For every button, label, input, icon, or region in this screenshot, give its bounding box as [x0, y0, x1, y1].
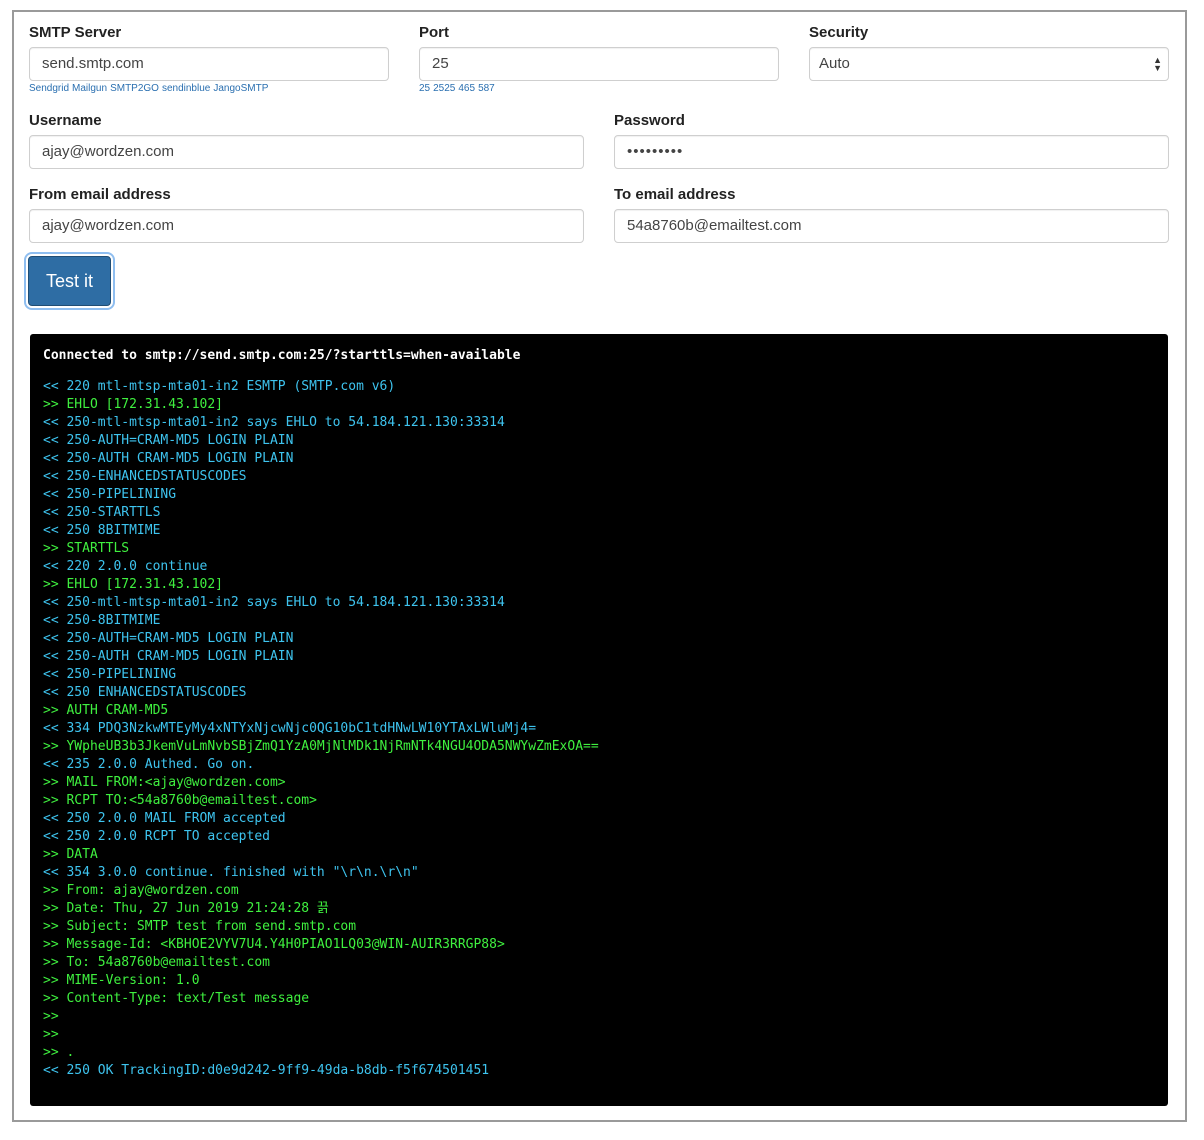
log-line-sent: >> Message-Id: <KBHOE2VYV7U4.Y4H0PIAO1LQ… — [43, 937, 505, 952]
log-line-sent: >> Subject: SMTP test from send.smtp.com — [43, 919, 357, 934]
from-email-label: From email address — [29, 186, 171, 203]
log-line-sent: >> MAIL FROM:<ajay@wordzen.com> — [43, 775, 286, 790]
log-line-received: << 250 ENHANCEDSTATUSCODES — [43, 685, 247, 700]
log-line-received: << 250 OK TrackingID:d0e9d242-9ff9-49da-… — [43, 1063, 490, 1078]
log-line-received: << 250-AUTH=CRAM-MD5 LOGIN PLAIN — [43, 631, 294, 646]
console-log-lines: << 220 mtl-mtsp-mta01-in2 ESMTP (SMTP.co… — [43, 378, 1155, 1080]
log-line-received: << 220 2.0.0 continue — [43, 559, 208, 574]
password-label: Password — [614, 112, 685, 129]
log-line-received: << 220 mtl-mtsp-mta01-in2 ESMTP (SMTP.co… — [43, 379, 396, 394]
to-email-input[interactable]: 54a8760b@emailtest.com — [614, 209, 1169, 243]
port-input[interactable]: 25 — [419, 47, 779, 81]
log-line-sent: >> . — [43, 1045, 75, 1060]
log-line-received: << 250 2.0.0 RCPT TO accepted — [43, 829, 270, 844]
suggestion-link[interactable]: SMTP2GO — [110, 83, 159, 94]
log-line-sent: >> DATA — [43, 847, 98, 862]
select-updown-icon: ▲ ▼ — [1153, 55, 1162, 73]
suggestion-link[interactable]: Sendgrid — [29, 83, 69, 94]
console-header: Connected to smtp://send.smtp.com:25/?st… — [43, 348, 521, 363]
log-line-sent: >> Content-Type: text/Test message — [43, 991, 310, 1006]
log-line-received: << 250-STARTTLS — [43, 505, 161, 520]
log-line-received: << 250-AUTH=CRAM-MD5 LOGIN PLAIN — [43, 433, 294, 448]
smtp-server-suggestions: Sendgrid Mailgun SMTP2GO sendinblue JangoSMT… — [29, 83, 271, 94]
to-email-label: To email address — [614, 186, 736, 203]
username-input[interactable]: ajay@wordzen.com — [29, 135, 584, 169]
suggestion-link[interactable]: Mailgun — [72, 83, 107, 94]
log-line-sent: >> To: 54a8760b@emailtest.com — [43, 955, 270, 970]
security-select[interactable]: Auto ▲ ▼ — [809, 47, 1169, 81]
log-line-received: << 250 8BITMIME — [43, 523, 161, 538]
log-line-sent: >> — [43, 1027, 59, 1042]
log-line-received: << 235 2.0.0 Authed. Go on. — [43, 757, 255, 772]
password-input[interactable]: ••••••••• — [614, 135, 1169, 169]
smtp-server-label: SMTP Server — [29, 24, 122, 41]
log-line-sent: >> MIME-Version: 1.0 — [43, 973, 200, 988]
log-line-sent: >> STARTTLS — [43, 541, 130, 556]
log-line-received: << 250-AUTH CRAM-MD5 LOGIN PLAIN — [43, 649, 294, 664]
test-it-button[interactable]: Test it — [28, 256, 111, 306]
log-line-sent: >> Date: Thu, 27 Jun 2019 21:24:28 끍 — [43, 901, 329, 916]
port-suggestion-link[interactable]: 587 — [478, 83, 495, 94]
port-label: Port — [419, 24, 449, 41]
log-line-sent: >> EHLO [172.31.43.102] — [43, 397, 224, 412]
log-line-sent: >> EHLO [172.31.43.102] — [43, 577, 224, 592]
log-line-received: << 250-ENHANCEDSTATUSCODES — [43, 469, 247, 484]
log-line-sent: >> YWpheUB3b3JkemVuLmNvbSBjZmQ1YzA0MjNlM… — [43, 739, 599, 754]
port-suggestion-link[interactable]: 465 — [458, 83, 475, 94]
log-line-sent: >> — [43, 1009, 59, 1024]
smtp-log-console: Connected to smtp://send.smtp.com:25/?st… — [30, 334, 1168, 1106]
log-line-received: << 354 3.0.0 continue. finished with "\r… — [43, 865, 419, 880]
log-line-received: << 250 2.0.0 MAIL FROM accepted — [43, 811, 286, 826]
suggestion-link[interactable]: JangoSMTP — [213, 83, 268, 94]
security-select-value: Auto — [819, 55, 850, 72]
port-suggestion-link[interactable]: 2525 — [433, 83, 455, 94]
log-line-received: << 250-mtl-mtsp-mta01-in2 says EHLO to 5… — [43, 595, 505, 610]
log-line-received: << 250-PIPELINING — [43, 487, 177, 502]
log-line-sent: >> AUTH CRAM-MD5 — [43, 703, 169, 718]
log-line-sent: >> RCPT TO:<54a8760b@emailtest.com> — [43, 793, 317, 808]
log-line-sent: >> From: ajay@wordzen.com — [43, 883, 239, 898]
port-suggestions: 25 2525 465 587 — [419, 83, 498, 94]
log-line-received: << 334 PDQ3NzkwMTEyMy4xNTYxNjcwNjc0QG10b… — [43, 721, 537, 736]
log-line-received: << 250-8BITMIME — [43, 613, 161, 628]
log-line-received: << 250-AUTH CRAM-MD5 LOGIN PLAIN — [43, 451, 294, 466]
port-suggestion-link[interactable]: 25 — [419, 83, 430, 94]
smtp-server-input[interactable]: send.smtp.com — [29, 47, 389, 81]
from-email-input[interactable]: ajay@wordzen.com — [29, 209, 584, 243]
log-line-received: << 250-mtl-mtsp-mta01-in2 says EHLO to 5… — [43, 415, 505, 430]
suggestion-link[interactable]: sendinblue — [162, 83, 210, 94]
log-line-received: << 250-PIPELINING — [43, 667, 177, 682]
username-label: Username — [29, 112, 102, 129]
security-label: Security — [809, 24, 869, 41]
